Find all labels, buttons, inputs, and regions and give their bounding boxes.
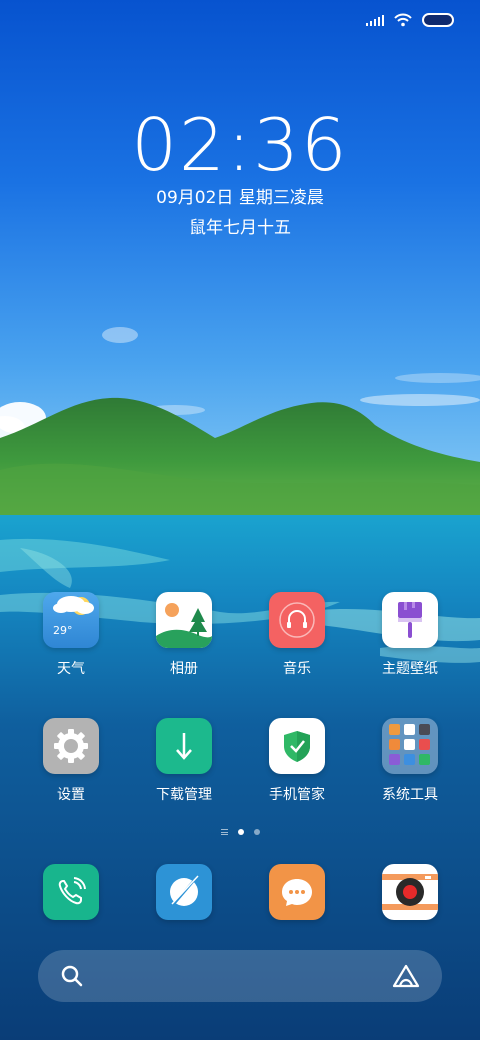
app-label: 天气 (57, 661, 85, 677)
assistant-icon[interactable] (392, 964, 420, 988)
weather-temp: 29° (53, 624, 73, 637)
app-label: 相册 (170, 661, 198, 677)
app-tools-folder[interactable]: 系统工具 (360, 718, 460, 804)
app-themes[interactable]: 主题壁纸 (360, 592, 460, 678)
gallery-icon (156, 592, 212, 648)
browser-icon (156, 864, 212, 920)
search-icon[interactable] (60, 964, 84, 988)
downloads-icon (156, 718, 212, 774)
dock-phone[interactable] (21, 864, 121, 920)
app-label: 系统工具 (382, 787, 438, 803)
dock-browser[interactable] (134, 864, 234, 920)
app-label: 主题壁纸 (382, 661, 438, 677)
tools-folder-icon (382, 718, 438, 774)
app-weather[interactable]: 29° 天气 (21, 592, 121, 678)
music-icon (269, 592, 325, 648)
battery-icon (422, 13, 454, 27)
search-bar[interactable] (38, 950, 442, 1002)
page-dot[interactable] (237, 829, 244, 835)
signal-icon (366, 14, 384, 26)
clock-time: 02:36 (131, 103, 349, 187)
phone-icon (43, 864, 99, 920)
messages-icon (269, 864, 325, 920)
clock-widget[interactable]: 02:36 09月02日 星期三凌晨 鼠年七月十五 (0, 105, 480, 239)
camera-icon (382, 864, 438, 920)
weather-icon: 29° (43, 592, 99, 648)
settings-icon (43, 718, 99, 774)
clock-date: 09月02日 星期三凌晨 (156, 188, 324, 208)
status-bar (0, 0, 480, 40)
dock-messages[interactable] (247, 864, 347, 920)
clock-lunar-date: 鼠年七月十五 (189, 218, 291, 238)
page-indicator (0, 829, 480, 835)
app-label: 音乐 (283, 661, 311, 677)
security-icon (269, 718, 325, 774)
app-label: 设置 (57, 787, 85, 803)
app-label: 手机管家 (269, 787, 325, 803)
app-music[interactable]: 音乐 (247, 592, 347, 678)
app-label: 下载管理 (156, 787, 212, 803)
page-list-icon[interactable] (220, 829, 228, 835)
app-gallery[interactable]: 相册 (134, 592, 234, 678)
dock-camera[interactable] (360, 864, 460, 920)
app-downloads[interactable]: 下载管理 (134, 718, 234, 804)
app-security[interactable]: 手机管家 (247, 718, 347, 804)
app-settings[interactable]: 设置 (21, 718, 121, 804)
themes-icon (382, 592, 438, 648)
wifi-icon (394, 13, 412, 27)
page-dot[interactable] (253, 829, 260, 835)
